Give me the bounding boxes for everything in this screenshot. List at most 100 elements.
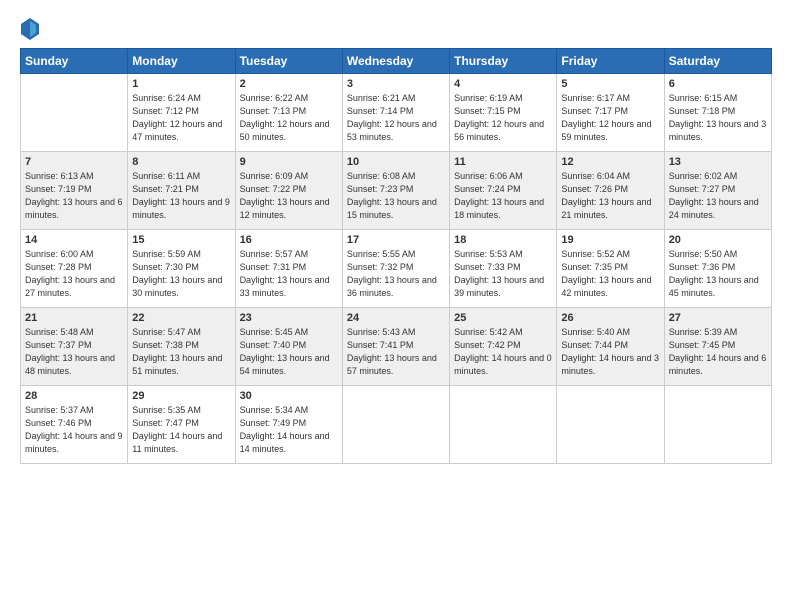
day-number: 8 — [132, 156, 230, 168]
day-cell: 26 Sunrise: 5:40 AMSunset: 7:44 PMDayligh… — [557, 308, 664, 386]
day-number: 16 — [240, 234, 338, 246]
day-info: Sunrise: 5:45 AMSunset: 7:40 PMDaylight:… — [240, 326, 338, 378]
day-cell — [664, 386, 771, 464]
day-info: Sunrise: 6:21 AMSunset: 7:14 PMDaylight:… — [347, 92, 445, 144]
day-cell: 30 Sunrise: 5:34 AMSunset: 7:49 PMDayligh… — [235, 386, 342, 464]
day-number: 14 — [25, 234, 123, 246]
day-cell: 20 Sunrise: 5:50 AMSunset: 7:36 PMDayligh… — [664, 230, 771, 308]
day-info: Sunrise: 5:35 AMSunset: 7:47 PMDaylight:… — [132, 404, 230, 456]
day-info: Sunrise: 5:59 AMSunset: 7:30 PMDaylight:… — [132, 248, 230, 300]
day-number: 12 — [561, 156, 659, 168]
day-cell: 4 Sunrise: 6:19 AMSunset: 7:15 PMDaylight… — [450, 74, 557, 152]
day-info: Sunrise: 6:19 AMSunset: 7:15 PMDaylight:… — [454, 92, 552, 144]
day-cell: 19 Sunrise: 5:52 AMSunset: 7:35 PMDayligh… — [557, 230, 664, 308]
day-number: 29 — [132, 390, 230, 402]
day-cell: 6 Sunrise: 6:15 AMSunset: 7:18 PMDaylight… — [664, 74, 771, 152]
day-info: Sunrise: 6:09 AMSunset: 7:22 PMDaylight:… — [240, 170, 338, 222]
day-number: 30 — [240, 390, 338, 402]
day-number: 20 — [669, 234, 767, 246]
day-cell: 3 Sunrise: 6:21 AMSunset: 7:14 PMDaylight… — [342, 74, 449, 152]
week-row-3: 14 Sunrise: 6:00 AMSunset: 7:28 PMDayligh… — [21, 230, 772, 308]
day-cell: 15 Sunrise: 5:59 AMSunset: 7:30 PMDayligh… — [128, 230, 235, 308]
day-number: 24 — [347, 312, 445, 324]
day-info: Sunrise: 5:37 AMSunset: 7:46 PMDaylight:… — [25, 404, 123, 456]
week-row-4: 21 Sunrise: 5:48 AMSunset: 7:37 PMDayligh… — [21, 308, 772, 386]
day-cell: 29 Sunrise: 5:35 AMSunset: 7:47 PMDayligh… — [128, 386, 235, 464]
day-number: 21 — [25, 312, 123, 324]
day-info: Sunrise: 5:42 AMSunset: 7:42 PMDaylight:… — [454, 326, 552, 378]
day-cell: 9 Sunrise: 6:09 AMSunset: 7:22 PMDaylight… — [235, 152, 342, 230]
calendar-page: SundayMondayTuesdayWednesdayThursdayFrid… — [0, 0, 792, 474]
header-cell-wednesday: Wednesday — [342, 49, 449, 74]
day-number: 26 — [561, 312, 659, 324]
day-number: 2 — [240, 78, 338, 90]
day-cell: 16 Sunrise: 5:57 AMSunset: 7:31 PMDayligh… — [235, 230, 342, 308]
day-info: Sunrise: 6:17 AMSunset: 7:17 PMDaylight:… — [561, 92, 659, 144]
day-info: Sunrise: 6:24 AMSunset: 7:12 PMDaylight:… — [132, 92, 230, 144]
logo-icon — [21, 18, 39, 40]
day-info: Sunrise: 6:06 AMSunset: 7:24 PMDaylight:… — [454, 170, 552, 222]
day-number: 11 — [454, 156, 552, 168]
day-cell: 12Sunrise: 6:04 AMSunset: 7:26 PMDayligh… — [557, 152, 664, 230]
week-row-2: 7Sunrise: 6:13 AMSunset: 7:19 PMDaylight… — [21, 152, 772, 230]
day-info: Sunrise: 5:40 AMSunset: 7:44 PMDaylight:… — [561, 326, 659, 378]
day-cell: 23 Sunrise: 5:45 AMSunset: 7:40 PMDayligh… — [235, 308, 342, 386]
header-cell-saturday: Saturday — [664, 49, 771, 74]
calendar-table: SundayMondayTuesdayWednesdayThursdayFrid… — [20, 48, 772, 464]
header-cell-sunday: Sunday — [21, 49, 128, 74]
header-cell-tuesday: Tuesday — [235, 49, 342, 74]
day-cell: 22Sunrise: 5:47 AMSunset: 7:38 PMDayligh… — [128, 308, 235, 386]
day-cell: 27 Sunrise: 5:39 AMSunset: 7:45 PMDayligh… — [664, 308, 771, 386]
day-number: 19 — [561, 234, 659, 246]
day-info: Sunrise: 5:43 AMSunset: 7:41 PMDaylight:… — [347, 326, 445, 378]
day-cell: 14 Sunrise: 6:00 AMSunset: 7:28 PMDayligh… — [21, 230, 128, 308]
day-info: Sunrise: 5:57 AMSunset: 7:31 PMDaylight:… — [240, 248, 338, 300]
day-info: Sunrise: 5:47 AMSunset: 7:38 PMDaylight:… — [132, 326, 230, 378]
day-number: 7 — [25, 156, 123, 168]
day-number: 27 — [669, 312, 767, 324]
day-cell: 5Sunrise: 6:17 AMSunset: 7:17 PMDaylight… — [557, 74, 664, 152]
week-row-1: 1 Sunrise: 6:24 AMSunset: 7:12 PMDaylight… — [21, 74, 772, 152]
day-cell: 18Sunrise: 5:53 AMSunset: 7:33 PMDayligh… — [450, 230, 557, 308]
day-number: 15 — [132, 234, 230, 246]
day-info: Sunrise: 5:34 AMSunset: 7:49 PMDaylight:… — [240, 404, 338, 456]
day-number: 28 — [25, 390, 123, 402]
week-row-5: 28 Sunrise: 5:37 AMSunset: 7:46 PMDayligh… — [21, 386, 772, 464]
day-info: Sunrise: 5:52 AMSunset: 7:35 PMDaylight:… — [561, 248, 659, 300]
day-number: 23 — [240, 312, 338, 324]
day-number: 25 — [454, 312, 552, 324]
day-info: Sunrise: 6:15 AMSunset: 7:18 PMDaylight:… — [669, 92, 767, 144]
header — [20, 18, 772, 40]
logo — [20, 18, 39, 40]
day-cell: 13Sunrise: 6:02 AMSunset: 7:27 PMDayligh… — [664, 152, 771, 230]
day-info: Sunrise: 6:22 AMSunset: 7:13 PMDaylight:… — [240, 92, 338, 144]
day-number: 3 — [347, 78, 445, 90]
header-cell-thursday: Thursday — [450, 49, 557, 74]
day-number: 6 — [669, 78, 767, 90]
day-cell: 24 Sunrise: 5:43 AMSunset: 7:41 PMDayligh… — [342, 308, 449, 386]
day-cell: 17Sunrise: 5:55 AMSunset: 7:32 PMDayligh… — [342, 230, 449, 308]
day-cell — [557, 386, 664, 464]
day-cell: 8 Sunrise: 6:11 AMSunset: 7:21 PMDaylight… — [128, 152, 235, 230]
day-cell: 10Sunrise: 6:08 AMSunset: 7:23 PMDayligh… — [342, 152, 449, 230]
day-number: 1 — [132, 78, 230, 90]
day-cell: 28 Sunrise: 5:37 AMSunset: 7:46 PMDayligh… — [21, 386, 128, 464]
day-number: 9 — [240, 156, 338, 168]
day-info: Sunrise: 5:39 AMSunset: 7:45 PMDaylight:… — [669, 326, 767, 378]
day-cell: 7Sunrise: 6:13 AMSunset: 7:19 PMDaylight… — [21, 152, 128, 230]
day-info: Sunrise: 6:00 AMSunset: 7:28 PMDaylight:… — [25, 248, 123, 300]
header-row: SundayMondayTuesdayWednesdayThursdayFrid… — [21, 49, 772, 74]
day-info: Sunrise: 6:11 AMSunset: 7:21 PMDaylight:… — [132, 170, 230, 222]
header-cell-friday: Friday — [557, 49, 664, 74]
day-cell: 21 Sunrise: 5:48 AMSunset: 7:37 PMDayligh… — [21, 308, 128, 386]
header-cell-monday: Monday — [128, 49, 235, 74]
day-info: Sunrise: 5:48 AMSunset: 7:37 PMDaylight:… — [25, 326, 123, 378]
day-number: 18 — [454, 234, 552, 246]
day-cell: 25 Sunrise: 5:42 AMSunset: 7:42 PMDayligh… — [450, 308, 557, 386]
day-cell — [450, 386, 557, 464]
day-cell: 11 Sunrise: 6:06 AMSunset: 7:24 PMDayligh… — [450, 152, 557, 230]
day-number: 17 — [347, 234, 445, 246]
day-cell: 2 Sunrise: 6:22 AMSunset: 7:13 PMDaylight… — [235, 74, 342, 152]
day-info: Sunrise: 5:50 AMSunset: 7:36 PMDaylight:… — [669, 248, 767, 300]
day-number: 4 — [454, 78, 552, 90]
